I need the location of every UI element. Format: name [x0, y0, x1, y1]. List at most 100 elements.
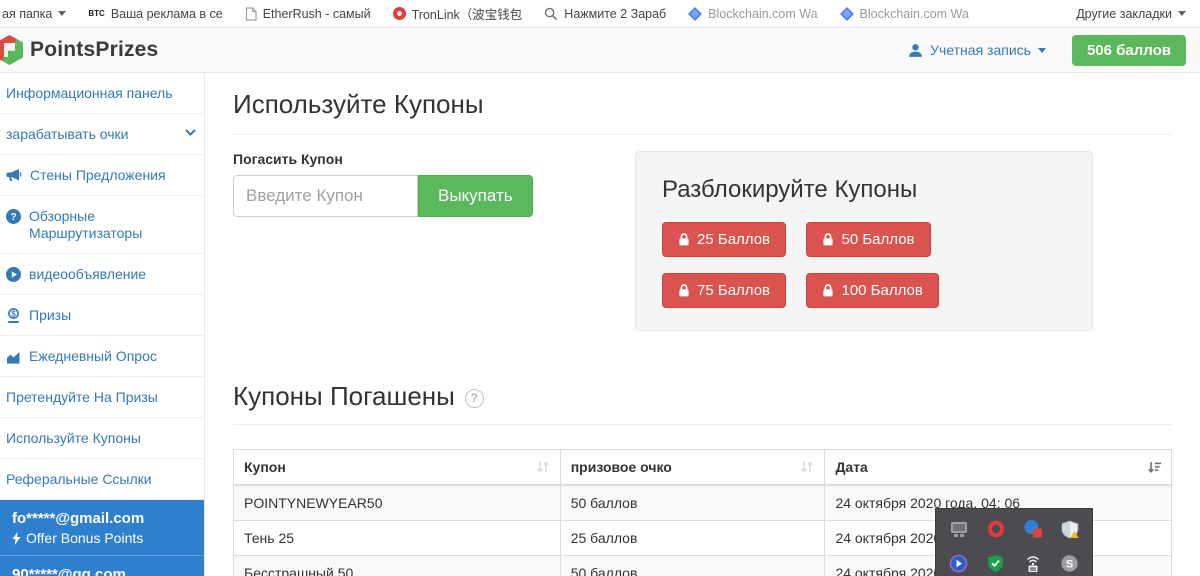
page-icon [245, 7, 257, 21]
sidebar-item-label: Ежедневный Опрос [29, 348, 157, 365]
unlock-coupons-panel: Разблокируйте Купоны 25 Баллов 50 Баллов… [635, 151, 1093, 331]
account-email: 90*****@qq.com [12, 566, 192, 576]
tray-icon-defender-shield[interactable] [1060, 519, 1080, 539]
bookmark-item[interactable]: Нажмите 2 Зараб [544, 7, 666, 21]
cell-points: 50 баллов [560, 485, 825, 521]
bookmark-item[interactable]: EtherRush - самый [245, 7, 371, 21]
sidebar-item-label: Обзорные Маршрутизаторы [29, 208, 196, 242]
sidebar-item-label: видеообъявление [29, 266, 146, 283]
header-right: Учетная запись 506 баллов [908, 35, 1186, 66]
sidebar-item-use-coupons[interactable]: Используйте Купоны [0, 418, 204, 459]
help-icon[interactable]: ? [465, 389, 484, 408]
play-circle-icon [6, 267, 21, 282]
sidebar-item-referral-links[interactable]: Реферальные Ссылки [0, 459, 204, 500]
unlock-button-label: 50 Баллов [841, 231, 914, 248]
brand-name: PointsPrizes [30, 38, 158, 62]
divider [233, 134, 1172, 135]
search-icon [544, 7, 558, 21]
sidebar-item-offer-walls[interactable]: Стены Предложения [0, 155, 204, 196]
cell-coupon: POINTYNEWYEAR50 [234, 485, 561, 521]
bonus-account-gmail[interactable]: fo*****@gmail.com Offer Bonus Points [0, 500, 204, 556]
cell-points: 50 баллов [560, 556, 825, 576]
account-dropdown[interactable]: Учетная запись [908, 42, 1046, 58]
tray-icon-skype[interactable]: S [1060, 553, 1080, 573]
unlock-button-label: 100 Баллов [841, 282, 922, 299]
divider [233, 424, 1172, 425]
sort-icon [536, 460, 550, 474]
bookmark-label: Blockchain.com Wa [860, 7, 969, 21]
megaphone-icon [6, 168, 22, 183]
bookmarks-bar: ая папка BTC Ваша реклама в се EtherRush… [0, 0, 1200, 28]
bookmark-item[interactable]: Blockchain.com Wa [688, 7, 817, 21]
coupon-input[interactable] [233, 175, 418, 217]
redeem-coupon-label: Погасить Купон [233, 151, 533, 167]
coin-icon: $ [6, 308, 21, 324]
sidebar-item-survey-routers[interactable]: ? Обзорные Маршрутизаторы [0, 196, 204, 254]
unlock-buttons: 25 Баллов 50 Баллов 75 Баллов 100 Баллов [662, 222, 1066, 324]
redeemed-section-title: Купоны Погашены [233, 381, 455, 412]
redeemed-section-header: Купоны Погашены ? [233, 381, 1172, 412]
cell-points: 25 баллов [560, 521, 825, 556]
bookmark-label: EtherRush - самый [263, 7, 371, 21]
main-content: Используйте Купоны Погасить Купон Выкупа… [205, 73, 1200, 576]
bookmark-item[interactable]: Blockchain.com Wa [840, 7, 969, 21]
unlock-button-label: 25 Баллов [697, 231, 770, 248]
sidebar-item-daily-poll[interactable]: Ежедневный Опрос [0, 336, 204, 377]
svg-text:?: ? [10, 212, 16, 223]
system-tray-popup: S [935, 508, 1093, 576]
redeem-button[interactable]: Выкупать [418, 175, 533, 217]
sidebar-item-label: Стены Предложения [30, 167, 166, 184]
tray-icon-router[interactable] [1023, 553, 1043, 573]
dropdown-arrow-icon [1038, 48, 1046, 53]
blockchain-diamond-icon [840, 7, 854, 21]
blockchain-diamond-icon [688, 7, 702, 21]
sidebar-item-label: Призы [29, 307, 71, 324]
unlock-panel-title: Разблокируйте Купоны [662, 176, 1066, 204]
sidebar-item-claim-prizes[interactable]: Претендуйте На Призы [0, 377, 204, 418]
page-title: Используйте Купоны [233, 89, 1172, 120]
column-header-coupon[interactable]: Купон [234, 450, 561, 486]
sidebar-item-prizes[interactable]: $ Призы [0, 295, 204, 336]
tray-icon-app-badge[interactable] [1023, 519, 1043, 539]
column-header-date[interactable]: Дата [825, 450, 1172, 486]
redeem-coupon-form: Погасить Купон Выкупать [233, 151, 533, 217]
unlock-75-button[interactable]: 75 Баллов [662, 273, 786, 308]
sidebar-item-dashboard[interactable]: Информационная панель [0, 73, 204, 114]
brand-link[interactable]: PointsPrizes [0, 35, 158, 65]
tray-icon-shield-check[interactable] [986, 553, 1006, 573]
sidebar-item-earn-points[interactable]: зарабатывать очки [0, 114, 204, 155]
column-header-points[interactable]: призовое очко [560, 450, 825, 486]
lock-icon [822, 284, 834, 297]
tray-icon-screen-share[interactable] [949, 519, 969, 539]
bookmark-item[interactable]: BTC Ваша реклама в се [88, 7, 222, 21]
lock-icon [678, 233, 690, 246]
sidebar-item-video-ads[interactable]: видеообъявление [0, 254, 204, 295]
tray-icon-media-player[interactable] [949, 553, 969, 573]
person-icon [908, 43, 923, 58]
bonus-account-qq[interactable]: 90*****@qq.com Offer Bonus Points [0, 556, 204, 576]
other-bookmarks-button[interactable]: Другие закладки [1076, 7, 1186, 21]
sidebar-item-label: Информационная панель [6, 85, 173, 102]
column-label: Дата [835, 459, 867, 475]
sidebar-item-label: зарабатывать очки [6, 126, 129, 143]
unlock-50-button[interactable]: 50 Баллов [806, 222, 930, 257]
bookmark-item[interactable]: TronLink（波宝钱包 [393, 4, 523, 23]
lock-icon [678, 284, 690, 297]
btc-icon: BTC [88, 9, 104, 18]
account-label: Учетная запись [930, 42, 1031, 58]
sort-icon [800, 460, 814, 474]
bookmark-label: Blockchain.com Wa [708, 7, 817, 21]
sort-desc-icon [1147, 460, 1161, 474]
unlock-100-button[interactable]: 100 Баллов [806, 273, 938, 308]
coupon-row: Погасить Купон Выкупать Разблокируйте Ку… [233, 151, 1172, 331]
unlock-25-button[interactable]: 25 Баллов [662, 222, 786, 257]
question-circle-icon: ? [6, 209, 21, 224]
bookmark-folder[interactable]: ая папка [2, 7, 66, 21]
page-layout: Информационная панель зарабатывать очки … [0, 73, 1200, 576]
tronlink-icon [393, 7, 406, 20]
tray-icon-opera[interactable] [986, 519, 1006, 539]
bookmark-label: ая папка [2, 7, 52, 21]
lock-icon [822, 233, 834, 246]
points-balance-badge[interactable]: 506 баллов [1072, 35, 1186, 66]
dropdown-arrow-icon [58, 11, 66, 16]
